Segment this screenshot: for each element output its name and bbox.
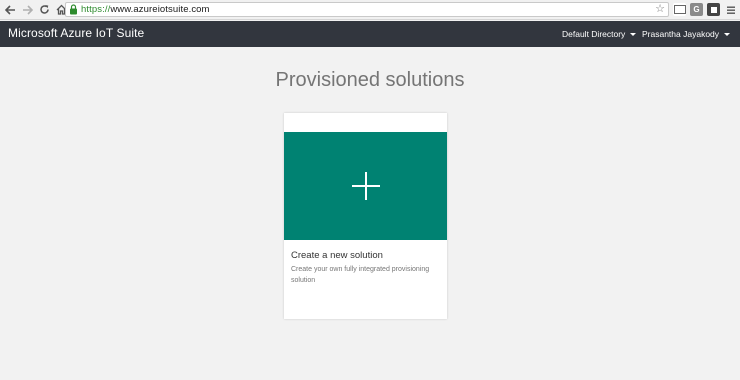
chevron-down-icon xyxy=(630,32,637,36)
browser-toolbar: https://www.azureiotsuite.com ☆ G xyxy=(0,0,740,20)
url-text: https://www.azureiotsuite.com xyxy=(81,4,210,15)
user-dropdown[interactable]: Prasantha Jayakody xyxy=(642,29,731,39)
create-solution-tile[interactable] xyxy=(284,132,447,240)
reload-icon[interactable] xyxy=(37,3,51,17)
card-description: Create your own fully integrated provisi… xyxy=(291,266,430,284)
address-bar[interactable]: https://www.azureiotsuite.com ☆ xyxy=(65,2,669,17)
create-solution-card[interactable]: Create a new solution Create your own fu… xyxy=(284,113,447,319)
bookmark-star-icon[interactable]: ☆ xyxy=(655,3,665,16)
url-host: www.azureiotsuite.com xyxy=(110,4,210,15)
forward-arrow-icon[interactable] xyxy=(20,3,34,17)
user-label: Prasantha Jayakody xyxy=(642,29,720,39)
back-arrow-icon[interactable] xyxy=(3,3,17,17)
directory-label: Default Directory xyxy=(562,29,626,39)
s-extension-icon[interactable] xyxy=(707,3,720,16)
directory-dropdown[interactable]: Default Directory xyxy=(562,29,637,39)
page-title: Provisioned solutions xyxy=(275,69,465,91)
g-extension-icon[interactable]: G xyxy=(690,3,703,16)
app-title[interactable]: Microsoft Azure IoT Suite xyxy=(8,26,144,40)
app-header: Microsoft Azure IoT Suite Default Direct… xyxy=(0,21,740,47)
card-title: Create a new solution xyxy=(291,250,383,261)
chevron-down-icon xyxy=(724,32,731,36)
cast-icon[interactable] xyxy=(673,3,686,16)
plus-icon-vertical xyxy=(365,172,367,200)
url-scheme: https:// xyxy=(81,4,111,15)
menu-icon[interactable] xyxy=(724,3,737,16)
extension-icons: G xyxy=(673,3,737,16)
lock-icon xyxy=(70,4,77,15)
